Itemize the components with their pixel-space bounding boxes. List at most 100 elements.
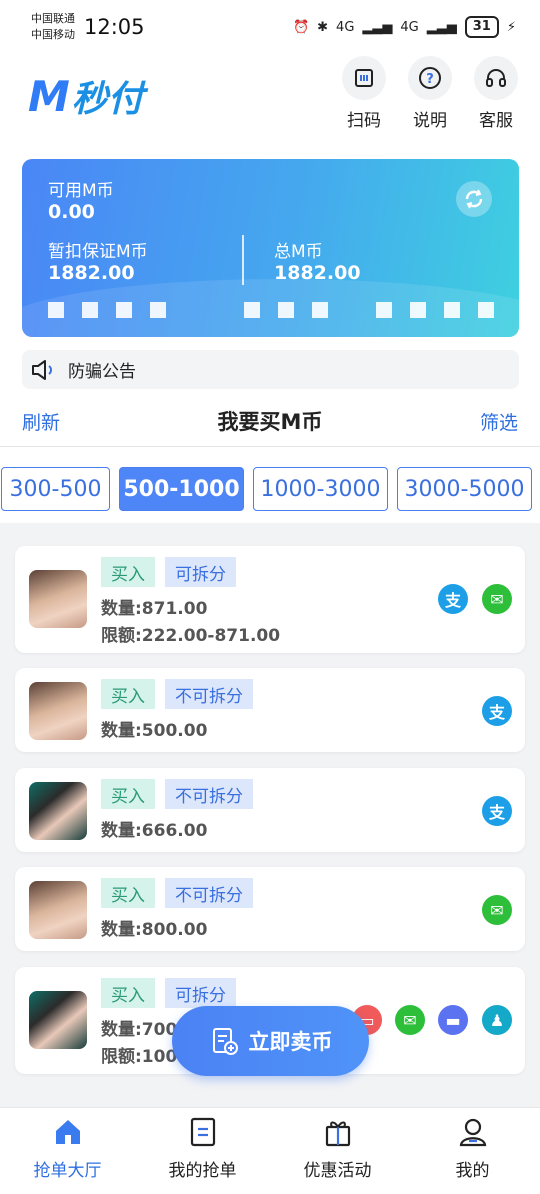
notice-label: 防骗公告 [68, 362, 136, 382]
svg-text:?: ? [426, 72, 434, 87]
qq-icon: ♟ [482, 1005, 512, 1035]
alipay-icon: 支 [438, 584, 468, 614]
card-decoration-dots [48, 302, 494, 318]
tab-promotions[interactable]: 优惠活动 [270, 1116, 405, 1181]
wechat-icon: ✉ [395, 1005, 425, 1035]
avatar [29, 570, 87, 628]
order-item[interactable]: 买入 不可拆分 数量:500.00 支 [15, 668, 525, 752]
frozen-value: 1882.00 [48, 262, 135, 284]
avatar [29, 881, 87, 939]
scan-label: 扫码 [347, 111, 381, 131]
split-tag: 不可拆分 [165, 779, 253, 809]
network-1: 4G [336, 19, 355, 35]
filter-1000-3000[interactable]: 1000-3000 [253, 467, 388, 511]
tab-label: 抢单大厅 [33, 1161, 102, 1181]
avatar [29, 782, 87, 840]
filter-3000-5000[interactable]: 3000-5000 [397, 467, 532, 511]
status-bar: 中国联通 中国移动 12:05 ⏰ ✱ 4G ▂▃▅ 4G ▂▃▅ 31 ⚡ [0, 0, 540, 56]
tab-label: 我的 [455, 1161, 490, 1181]
tab-label: 优惠活动 [303, 1161, 372, 1181]
buy-tag: 买入 [101, 878, 155, 908]
logo-mark: M [28, 71, 70, 121]
order-item[interactable]: 买入 不可拆分 数量:800.00 ✉ [15, 867, 525, 951]
charging-icon: ⚡ [506, 19, 516, 35]
signal-icon: ▂▃▅ [426, 19, 457, 35]
carrier-1: 中国联通 [31, 12, 75, 25]
battery-icon: 31 [464, 16, 499, 38]
split-tag: 不可拆分 [165, 679, 253, 709]
sell-label: 立即卖币 [248, 1030, 333, 1054]
help-button[interactable]: ? 说明 [408, 56, 452, 131]
order-limit: 限额:100 [101, 1047, 178, 1067]
available-value: 0.00 [48, 201, 95, 223]
gift-icon [325, 1121, 350, 1147]
amount-filters: 300-500 500-1000 1000-3000 3000-5000 [0, 447, 540, 523]
title-bar: 我要买M币 刷新 筛选 [0, 400, 540, 447]
filter-link[interactable]: 筛选 [480, 408, 518, 435]
tab-label: 我的抢单 [168, 1161, 237, 1181]
anti-fraud-notice[interactable]: 防骗公告 [22, 350, 519, 389]
clock: 12:05 [84, 15, 145, 39]
headset-icon [474, 56, 518, 100]
avatar [29, 991, 87, 1049]
filter-500-1000[interactable]: 500-1000 [119, 467, 244, 511]
alarm-icon: ⏰ [292, 19, 310, 35]
order-limit: 限额:222.00-871.00 [101, 626, 281, 646]
buy-tag: 买入 [101, 779, 155, 809]
refresh-link[interactable]: 刷新 [22, 408, 60, 435]
carrier-2: 中国移动 [31, 28, 75, 41]
document-add-icon [212, 1028, 238, 1055]
filter-300-500[interactable]: 300-500 [1, 467, 110, 511]
scan-icon [342, 56, 386, 100]
service-button[interactable]: 客服 [474, 56, 518, 131]
bottom-tab-bar: 抢单大厅 我的抢单 优惠活动 我的 [0, 1107, 540, 1194]
frozen-label: 暂扣保证M币 [48, 242, 148, 262]
tab-order-hall[interactable]: 抢单大厅 [0, 1116, 135, 1181]
wechat-icon: ✉ [482, 895, 512, 925]
tab-my-orders[interactable]: 我的抢单 [135, 1116, 270, 1181]
alipay-icon: 支 [482, 696, 512, 726]
service-label: 客服 [479, 111, 513, 131]
carrier-info: 中国联通 中国移动 [31, 11, 75, 43]
page-title: 我要买M币 [217, 410, 323, 434]
buy-tag: 买入 [101, 978, 155, 1008]
scan-button[interactable]: 扫码 [342, 56, 386, 131]
split-tag: 可拆分 [165, 978, 236, 1008]
balance-card: 可用M币 0.00 暂扣保证M币 1882.00 总M币 1882.00 [22, 159, 519, 337]
order-amount: 数量:800.00 [101, 920, 208, 940]
speaker-icon [32, 359, 52, 380]
system-icons: ⏰ ✱ 4G ▂▃▅ 4G ▂▃▅ 31 ⚡ [293, 16, 516, 38]
refresh-icon [465, 189, 483, 209]
sell-coins-button[interactable]: 立即卖币 [172, 1006, 369, 1076]
order-amount: 数量:871.00 [101, 599, 208, 619]
card-icon: ▬ [438, 1005, 468, 1035]
order-item[interactable]: 买入 可拆分 数量:871.00 限额:222.00-871.00 支 ✉ [15, 546, 525, 653]
split-tag: 不可拆分 [165, 878, 253, 908]
avatar [29, 682, 87, 740]
help-label: 说明 [413, 111, 447, 131]
header-actions: 扫码 ? 说明 客服 [342, 56, 518, 131]
available-label: 可用M币 [48, 181, 114, 201]
order-item[interactable]: 买入 不可拆分 数量:666.00 支 [15, 768, 525, 852]
order-amount: 数量:500.00 [101, 721, 208, 741]
card-divider [242, 235, 244, 285]
refresh-balance-button[interactable] [456, 181, 492, 217]
total-label: 总M币 [274, 242, 323, 262]
logo-text: 秒付 [71, 79, 144, 120]
app-logo: M 秒付 [28, 70, 144, 122]
order-amount: 数量:666.00 [101, 821, 208, 841]
help-icon: ? [408, 56, 452, 100]
order-amount: 数量:700 [101, 1020, 178, 1040]
buy-tag: 买入 [101, 679, 155, 709]
user-icon [459, 1118, 486, 1147]
total-value: 1882.00 [274, 262, 361, 284]
list-icon [190, 1117, 215, 1147]
home-icon [55, 1120, 80, 1144]
network-2: 4G [400, 19, 419, 35]
tab-me[interactable]: 我的 [405, 1116, 540, 1181]
split-tag: 可拆分 [165, 557, 236, 587]
wechat-icon: ✉ [482, 584, 512, 614]
alipay-icon: 支 [482, 796, 512, 826]
top-section: 中国联通 中国移动 12:05 ⏰ ✱ 4G ▂▃▅ 4G ▂▃▅ 31 ⚡ M 秒… [0, 0, 540, 400]
buy-tag: 买入 [101, 557, 155, 587]
